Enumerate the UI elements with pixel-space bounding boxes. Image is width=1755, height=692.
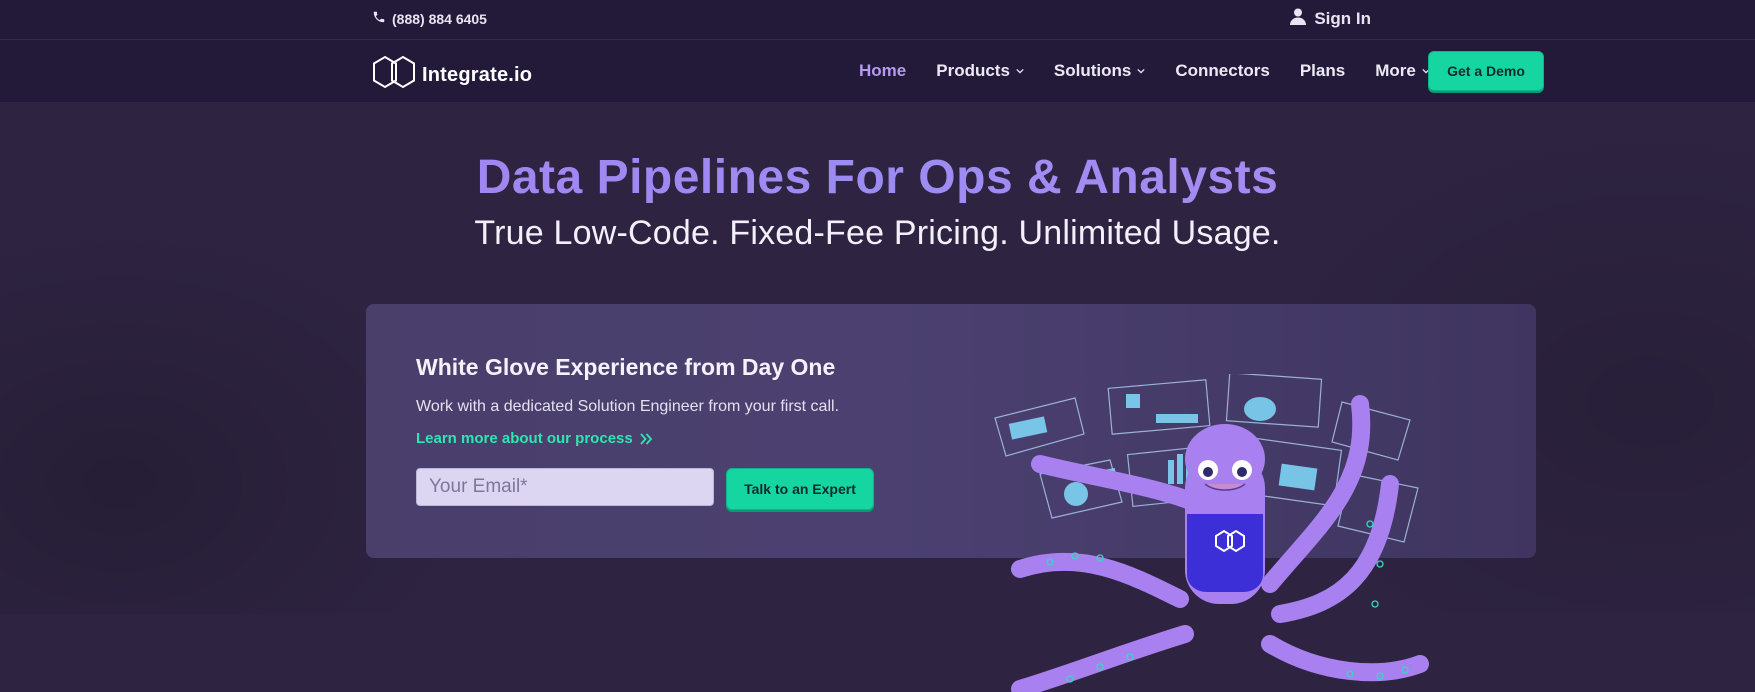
sign-in-link[interactable]: Sign In bbox=[1290, 8, 1371, 30]
email-input[interactable] bbox=[416, 468, 714, 506]
user-icon bbox=[1290, 8, 1307, 30]
get-demo-button[interactable]: Get a Demo bbox=[1428, 51, 1544, 91]
nav-item-more[interactable]: More bbox=[1375, 61, 1430, 81]
phone-icon bbox=[372, 10, 386, 27]
nav-item-label: Solutions bbox=[1053, 61, 1132, 80]
hero-subtitle: True Low-Code. Fixed-Fee Pricing. Unlimi… bbox=[474, 214, 1281, 252]
phone-contact[interactable]: (888) 884 6405 bbox=[372, 10, 487, 27]
nav-item-connectors[interactable]: Connectors bbox=[1175, 61, 1269, 81]
nav-item-label: Connectors bbox=[1175, 61, 1270, 80]
sign-in-label: Sign In bbox=[1314, 9, 1371, 28]
top-utility-bar: (888) 884 6405 Sign In bbox=[0, 0, 1755, 40]
brand-name: Integrate.io bbox=[422, 63, 533, 86]
chevron-down-icon bbox=[1137, 68, 1146, 74]
brand-logo[interactable]: Integrate.io bbox=[372, 54, 532, 96]
nav-item-label: More bbox=[1375, 61, 1416, 80]
hero-title: Data Pipelines For Ops & Analysts bbox=[0, 150, 1755, 205]
card-title: White Glove Experience from Day One bbox=[416, 354, 836, 380]
main-navbar: Integrate.io Home Products Solutions Con… bbox=[0, 40, 1755, 102]
nav-item-label: Products bbox=[936, 61, 1010, 80]
hero-section: Data Pipelines For Ops & Analysts True L… bbox=[0, 102, 1755, 692]
nav-item-solutions[interactable]: Solutions bbox=[1053, 61, 1146, 81]
nav-item-label: Home bbox=[859, 61, 907, 80]
talk-to-expert-button[interactable]: Talk to an Expert bbox=[726, 468, 874, 510]
nav-item-home[interactable]: Home bbox=[859, 61, 906, 81]
chevron-down-icon bbox=[1016, 68, 1024, 74]
phone-number: (888) 884 6405 bbox=[392, 10, 487, 27]
card-description: Work with a dedicated Solution Engineer … bbox=[416, 398, 840, 415]
nav-item-plans[interactable]: Plans bbox=[1300, 61, 1345, 81]
double-chevron-right-icon bbox=[640, 432, 652, 445]
hexagon-logo-icon bbox=[372, 54, 420, 96]
learn-more-label: Learn more about our process bbox=[416, 430, 633, 447]
nav-item-label: Plans bbox=[1299, 61, 1346, 80]
nav-item-products[interactable]: Products bbox=[936, 61, 1024, 81]
primary-nav: Home Products Solutions Connectors Plans… bbox=[859, 40, 1460, 102]
learn-more-link[interactable]: Learn more about our process bbox=[416, 430, 653, 447]
octopus-mascot-illustration bbox=[994, 374, 1429, 692]
